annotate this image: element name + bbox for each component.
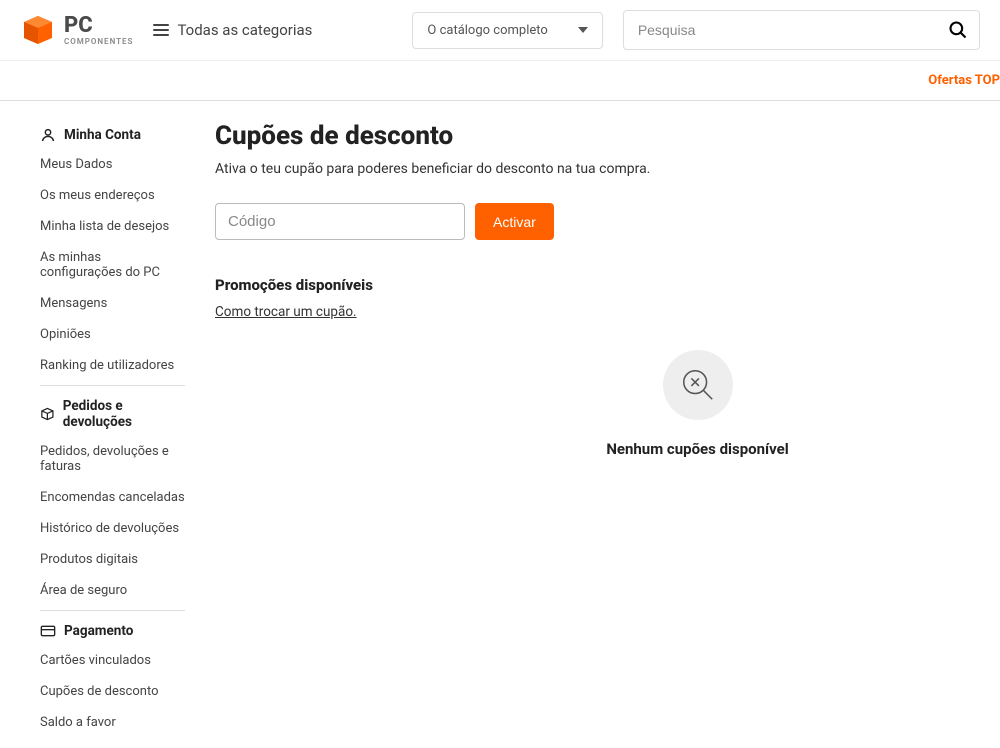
sidebar-item-pedidos[interactable]: Pedidos, devoluções e faturas [40, 436, 185, 482]
sidebar-item-opinioes[interactable]: Opiniões [40, 319, 185, 350]
sidebar-item-desejos[interactable]: Minha lista de desejos [40, 211, 185, 242]
hamburger-icon [153, 24, 169, 36]
catalog-select[interactable]: O catálogo completo [412, 12, 602, 49]
logo-icon [20, 12, 56, 48]
card-icon [40, 623, 56, 639]
sidebar-item-devolucoes[interactable]: Histórico de devoluções [40, 513, 185, 544]
empty-state: Nenhum cupões disponível [415, 350, 980, 458]
sidebar-item-config-pc[interactable]: As minhas configurações do PC [40, 242, 185, 288]
sidebar-item-mensagens[interactable]: Mensagens [40, 288, 185, 319]
sidebar-item-cartoes[interactable]: Cartões vinculados [40, 645, 185, 676]
sidebar-item-saldo[interactable]: Saldo a favor [40, 707, 185, 738]
catalog-select-label: O catálogo completo [427, 23, 547, 38]
sidebar-item-seguro[interactable]: Área de seguro [40, 575, 185, 606]
sidebar-item-canceladas[interactable]: Encomendas canceladas [40, 482, 185, 513]
empty-state-icon-wrap [663, 350, 733, 420]
search-input[interactable] [623, 10, 980, 50]
offers-top-link[interactable]: Ofertas TOP [928, 73, 1000, 88]
search-icon [948, 20, 968, 40]
search-button[interactable] [944, 16, 972, 44]
sidebar-section-payment: Pagamento Cartões vinculados Cupões de d… [40, 617, 185, 742]
logo[interactable]: PC COMPONENTES [20, 12, 133, 48]
page-description: Ativa o teu cupão para poderes beneficia… [215, 161, 980, 177]
sidebar-section-account: Minha Conta Meus Dados Os meus endereços… [40, 121, 185, 386]
activate-button[interactable]: Activar [475, 203, 554, 240]
top-header: PC COMPONENTES Todas as categorias O cat… [0, 0, 1000, 61]
sidebar-section-orders: Pedidos e devoluções Pedidos, devoluções… [40, 392, 185, 611]
sidebar-header-account: Minha Conta [40, 121, 185, 149]
categories-label: Todas as categorias [177, 21, 312, 39]
sidebar-item-meus-dados[interactable]: Meus Dados [40, 149, 185, 180]
sidebar-item-enderecos[interactable]: Os meus endereços [40, 180, 185, 211]
page-container: Minha Conta Meus Dados Os meus endereços… [0, 101, 1000, 748]
subheader: Ofertas TOP [0, 61, 1000, 101]
sidebar-title-account: Minha Conta [64, 127, 141, 143]
logo-subtext: COMPONENTES [64, 37, 133, 46]
chevron-down-icon [578, 27, 588, 33]
account-sidebar: Minha Conta Meus Dados Os meus endereços… [0, 121, 195, 748]
coupon-form: Activar [215, 203, 980, 240]
sidebar-header-payment: Pagamento [40, 617, 185, 645]
user-icon [40, 127, 56, 143]
main-content: Cupões de desconto Ativa o teu cupão par… [195, 121, 1000, 748]
sidebar-title-orders: Pedidos e devoluções [63, 398, 185, 430]
coupon-code-input[interactable] [215, 203, 465, 240]
how-to-redeem-link[interactable]: Como trocar um cupão. [215, 304, 357, 320]
sidebar-item-cupoes[interactable]: Cupões de desconto [40, 676, 185, 707]
magnifier-x-icon [679, 366, 717, 404]
sidebar-item-digitais[interactable]: Produtos digitais [40, 544, 185, 575]
box-icon [40, 406, 55, 422]
sidebar-header-orders: Pedidos e devoluções [40, 392, 185, 436]
sidebar-title-payment: Pagamento [64, 623, 133, 639]
page-title: Cupões de desconto [215, 121, 980, 151]
logo-text: PC [64, 15, 133, 37]
empty-state-label: Nenhum cupões disponível [606, 440, 788, 458]
sidebar-item-ranking[interactable]: Ranking de utilizadores [40, 350, 185, 381]
search-wrap [623, 10, 980, 50]
categories-toggle[interactable]: Todas as categorias [153, 21, 312, 39]
promotions-heading: Promoções disponíveis [215, 276, 980, 294]
